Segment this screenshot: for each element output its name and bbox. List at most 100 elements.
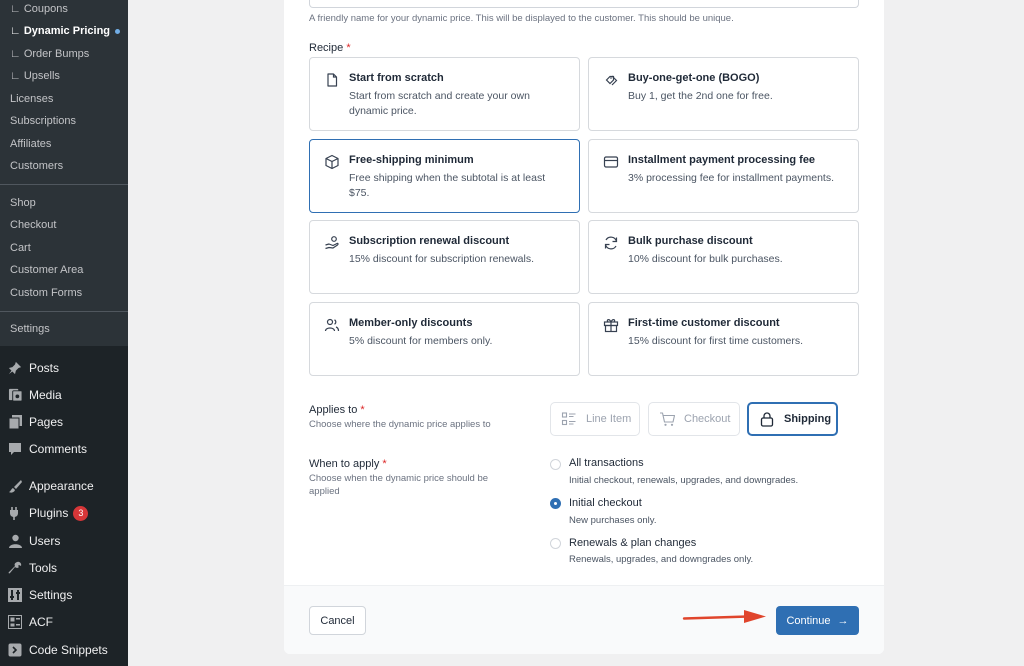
recipe-desc: 15% discount for first time customers. [628, 335, 804, 347]
applies-to-line-item[interactable]: Line Item [550, 402, 640, 436]
submenu-divider [0, 184, 128, 185]
hand-coins-icon [324, 235, 340, 251]
name-hint: A friendly name for your dynamic price. … [309, 13, 734, 24]
submenu-divider [0, 311, 128, 312]
menu-item-acf[interactable]: ACF [0, 611, 128, 633]
pushpin-icon [6, 361, 24, 375]
submenu-item-custom-forms[interactable]: Custom Forms [10, 287, 82, 299]
submenu-item-checkout[interactable]: Checkout [10, 219, 56, 231]
submenu-item-upsells[interactable]: ∟ Upsells [10, 70, 60, 82]
menu-item-comments[interactable]: Comments [0, 438, 128, 460]
radio-all-transactions-desc: Initial checkout, renewals, upgrades, an… [569, 475, 799, 486]
panel-footer: Cancel Continue → [284, 585, 884, 654]
menu-item-posts[interactable]: Posts [0, 357, 128, 379]
submenu-item-subscriptions[interactable]: Subscriptions [10, 115, 76, 127]
submenu-item-dynamic-pricing[interactable]: ∟ Dynamic Pricing [10, 25, 121, 37]
radio-all-transactions-label: All transactions [569, 457, 644, 469]
credit-card-icon [603, 154, 619, 170]
recipe-title: Free-shipping minimum [349, 154, 474, 166]
recipe-card-installment-fee[interactable]: Installment payment processing fee 3% pr… [588, 139, 859, 213]
submenu-item-customer-area[interactable]: Customer Area [10, 264, 83, 276]
when-to-apply-label: When to apply * [309, 458, 387, 470]
when-to-apply-help: Choose when the dynamic price should be … [309, 473, 489, 497]
cancel-button[interactable]: Cancel [309, 606, 366, 635]
menu-item-pages[interactable]: Pages [0, 411, 128, 433]
recipe-card-member-only[interactable]: Member-only discounts 5% discount for me… [309, 302, 580, 376]
menu-item-media[interactable]: Media [0, 384, 128, 406]
menu-item-tools[interactable]: Tools [0, 557, 128, 579]
name-input[interactable] [309, 0, 859, 8]
applies-to-option-label: Checkout [684, 413, 731, 425]
recipe-card-bogo[interactable]: Buy-one-get-one (BOGO) Buy 1, get the 2n… [588, 57, 859, 131]
list-icon [560, 410, 578, 428]
submenu-item-affiliates[interactable]: Affiliates [10, 138, 51, 150]
menu-item-users[interactable]: Users [0, 530, 128, 552]
submenu-item-cart[interactable]: Cart [10, 242, 31, 254]
applies-to-shipping[interactable]: Shipping [747, 402, 838, 436]
recipe-title: First-time customer discount [628, 317, 780, 329]
recipe-title: Buy-one-get-one (BOGO) [628, 72, 760, 84]
required-mark: * [382, 458, 387, 470]
radio-renewals-plan-changes[interactable] [550, 538, 561, 549]
cart-icon [658, 410, 676, 428]
menu-item-appearance[interactable]: Appearance [0, 475, 128, 497]
recipe-desc: Free shipping when the subtotal is at le… [349, 172, 546, 199]
menu-item-settings[interactable]: Settings [0, 584, 128, 606]
radio-all-transactions[interactable] [550, 459, 561, 470]
submenu-item-shop[interactable]: Shop [10, 197, 36, 209]
pages-icon [6, 415, 24, 429]
file-icon [324, 72, 340, 88]
gift-icon [603, 317, 619, 333]
recipe-card-start-from-scratch[interactable]: Start from scratch Start from scratch an… [309, 57, 580, 131]
submenu-item-order-bumps[interactable]: ∟ Order Bumps [10, 48, 89, 60]
wrench-icon [6, 561, 24, 575]
package-icon [324, 154, 340, 170]
applies-to-label: Applies to * [309, 404, 365, 416]
submenu-item-licenses[interactable]: Licenses [10, 93, 53, 105]
submenu-item-customers[interactable]: Customers [10, 160, 63, 172]
recipe-card-free-shipping-minimum[interactable]: Free-shipping minimum Free shipping when… [309, 139, 580, 213]
applies-to-option-label: Shipping [784, 413, 832, 425]
user-icon [6, 534, 24, 548]
recipe-card-first-time-customer[interactable]: First-time customer discount 15% discoun… [588, 302, 859, 376]
required-mark: * [360, 404, 365, 416]
applies-to-checkout[interactable]: Checkout [648, 402, 740, 436]
recipe-title: Start from scratch [349, 72, 444, 84]
active-dot [115, 28, 121, 34]
continue-button[interactable]: Continue → [776, 606, 859, 635]
recipe-title: Bulk purchase discount [628, 235, 753, 247]
media-icon [6, 388, 24, 402]
tags-icon [603, 72, 619, 88]
code-snippets-icon [6, 643, 24, 657]
submenu-item-coupons[interactable]: ∟ Coupons [10, 3, 68, 15]
recipe-desc: 10% discount for bulk purchases. [628, 253, 783, 265]
menu-item-code-snippets[interactable]: Code Snippets [0, 639, 128, 661]
recipe-desc: 3% processing fee for installment paymen… [628, 172, 835, 184]
arrow-right-icon: → [837, 614, 849, 627]
recipe-desc: Buy 1, get the 2nd one for free. [628, 90, 773, 102]
users-icon [324, 317, 340, 333]
required-mark: * [346, 42, 351, 54]
plugin-icon [6, 506, 24, 520]
plugins-update-count-badge: 3 [73, 505, 89, 521]
recipe-title: Subscription renewal discount [349, 235, 510, 247]
refresh-icon [603, 235, 619, 251]
comment-icon [6, 442, 24, 456]
applies-to-help: Choose where the dynamic price applies t… [309, 419, 491, 430]
recipe-desc: Start from scratch and create your own d… [349, 90, 530, 117]
create-dynamic-price-panel: A friendly name for your dynamic price. … [284, 0, 884, 654]
acf-icon [6, 615, 24, 629]
recipe-title: Member-only discounts [349, 317, 473, 329]
admin-sidebar: ∟ Coupons ∟ Dynamic Pricing ∟ Order Bump… [0, 0, 128, 666]
lock-icon [758, 410, 776, 428]
recipe-desc: 5% discount for members only. [349, 335, 493, 347]
radio-initial-checkout-label: Initial checkout [569, 497, 642, 509]
radio-initial-checkout[interactable] [550, 498, 561, 509]
paintbrush-icon [6, 479, 24, 493]
recipe-card-bulk-purchase[interactable]: Bulk purchase discount 10% discount for … [588, 220, 859, 294]
recipe-title: Installment payment processing fee [628, 154, 816, 166]
submenu-item-settings[interactable]: Settings [10, 323, 50, 335]
recipe-desc: 15% discount for subscription renewals. [349, 253, 535, 265]
menu-item-plugins[interactable]: Plugins 3 [0, 502, 128, 524]
recipe-card-subscription-renewal[interactable]: Subscription renewal discount 15% discou… [309, 220, 580, 294]
